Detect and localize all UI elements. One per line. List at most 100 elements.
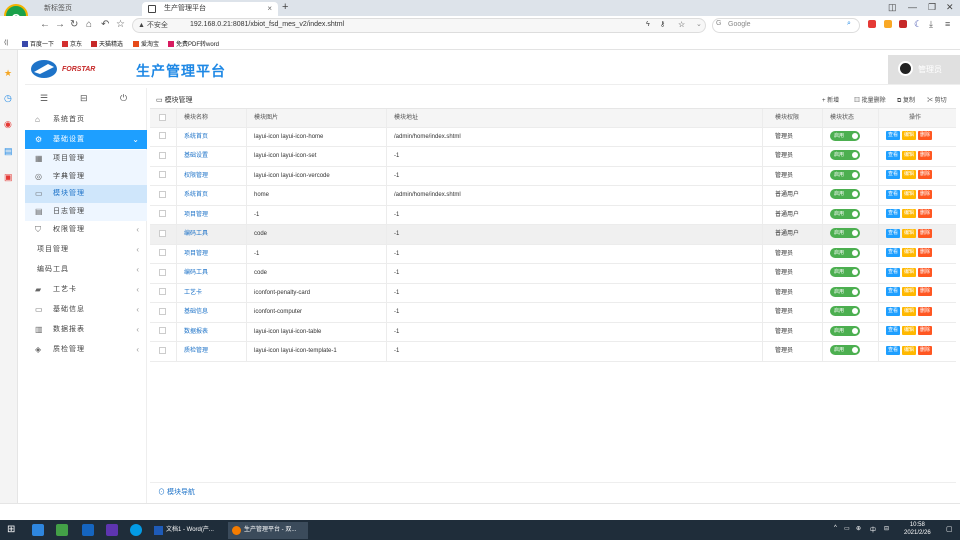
lightning-icon[interactable]: ϟ (646, 21, 650, 28)
col-url[interactable]: 模块地址 (386, 109, 762, 129)
delete-button[interactable]: 删除 (918, 209, 933, 219)
delete-button[interactable]: 删除 (918, 170, 933, 180)
tab-new[interactable]: 新标签页 (30, 2, 140, 16)
sidebar-item[interactable]: 编码工具 ‹ (25, 260, 147, 279)
view-button[interactable]: 查看 (886, 345, 901, 355)
tray-arrow-icon[interactable]: ^ (834, 525, 837, 531)
view-button[interactable]: 查看 (886, 131, 901, 141)
edit-button[interactable]: 编辑 (902, 287, 917, 297)
delete-button[interactable]: 删除 (918, 150, 933, 160)
sidebar-item[interactable]: ◎ 字典管理 (25, 167, 147, 186)
taskbar-window-browser[interactable]: 生产管理平台 - 双... (228, 522, 308, 539)
key-icon[interactable]: ⚷ (660, 20, 665, 28)
sidebar-item[interactable]: ▥ 数据报表 ‹ (25, 320, 147, 339)
bookmark-baidu[interactable]: 百度一下 (22, 39, 54, 48)
close-tab-icon[interactable]: × (267, 2, 272, 16)
taskbar-window-word[interactable]: 文档1 - Word(产... (150, 522, 226, 539)
menu-icon[interactable]: ≡ (945, 19, 950, 29)
bookmark-jd[interactable]: 京东 (62, 39, 82, 48)
module-name[interactable]: 系统首页 (176, 186, 246, 206)
status-toggle[interactable]: 启用 (830, 325, 860, 336)
network-icon[interactable]: ⊕ (856, 525, 861, 532)
restore-icon[interactable]: ◫ (888, 2, 897, 13)
row-checkbox[interactable] (150, 245, 176, 265)
apps-icon[interactable] (884, 20, 892, 28)
table-row[interactable]: 权限管理 layui-icon layui-icon-vercode -1 管理员 启用… (150, 166, 956, 187)
sidebar-item[interactable]: ⛉ 权限管理 ‹ (25, 220, 147, 239)
table-row[interactable]: 编码工具 code -1 普通用户 启用 查看 编辑 删除 (150, 225, 956, 245)
reload-icon[interactable]: ↻ (70, 19, 78, 30)
row-checkbox[interactable] (150, 186, 176, 206)
status-toggle[interactable]: 启用 (830, 247, 860, 258)
taskbar-app-icon[interactable] (32, 524, 44, 536)
row-checkbox[interactable] (150, 147, 176, 167)
sidebar-item[interactable]: ▭ 基础信息 ‹ (25, 300, 147, 319)
edit-button[interactable]: 编辑 (902, 306, 917, 316)
edit-button[interactable]: 编辑 (902, 209, 917, 219)
history-icon[interactable]: ◷ (4, 93, 12, 104)
module-nav-link[interactable]: ⊙ 模块导航 (158, 487, 195, 497)
sidebar-item[interactable]: ⌂ 系统首页 (25, 110, 147, 129)
sidebar-item[interactable]: ▰ 工艺卡 ‹ (25, 280, 147, 299)
maximize-icon[interactable]: ❐ (928, 2, 936, 13)
search-input[interactable]: Google (728, 21, 751, 28)
delete-button[interactable]: 删除 (918, 345, 933, 355)
taskbar-app-icon[interactable] (56, 524, 68, 536)
input-method-icon[interactable]: ⊟ (884, 525, 889, 532)
view-button[interactable]: 查看 (886, 267, 901, 277)
module-name[interactable]: 编码工具 (176, 264, 246, 284)
add-button[interactable]: + 新增 (822, 95, 839, 104)
sidebar-item[interactable]: ⚙ 基础设置 ⌄ (25, 130, 147, 149)
delete-button[interactable]: 删除 (918, 326, 933, 336)
module-name[interactable]: 编码工具 (176, 225, 246, 245)
view-button[interactable]: 查看 (886, 189, 901, 199)
module-name[interactable]: 系统首页 (176, 127, 246, 147)
search-icon[interactable]: ⌕ (847, 20, 851, 28)
view-button[interactable]: 查看 (886, 150, 901, 160)
row-checkbox[interactable] (150, 167, 176, 187)
security-warning[interactable]: ▲ 不安全 (138, 20, 168, 30)
download-icon[interactable]: ⤓ (929, 19, 933, 30)
table-row[interactable]: 工艺卡 iconfont-penalty-card -1 管理员 启用 查看 编辑 删除 (150, 283, 956, 304)
dropdown-icon[interactable]: ⌄ (696, 20, 702, 28)
back-icon[interactable]: ← (40, 19, 50, 30)
status-toggle[interactable]: 启用 (830, 345, 860, 356)
col-status[interactable]: 模块状态 (822, 109, 878, 129)
status-toggle[interactable]: 启用 (830, 286, 860, 297)
new-tab-icon[interactable]: + (282, 1, 288, 13)
delete-button[interactable]: 删除 (918, 248, 933, 258)
edit-button[interactable]: 编辑 (902, 189, 917, 199)
home-icon[interactable]: ⌂ (86, 19, 92, 30)
delete-button[interactable]: 删除 (918, 267, 933, 277)
view-button[interactable]: 查看 (886, 326, 901, 336)
col-name[interactable]: 模块名称 (176, 109, 246, 129)
user-name[interactable]: 管理员 (918, 64, 942, 75)
row-checkbox[interactable] (150, 284, 176, 304)
notification-icon[interactable]: ▢ (946, 525, 953, 533)
view-button[interactable]: 查看 (886, 248, 901, 258)
clock[interactable]: 10:58 2021/2/26 (904, 521, 931, 537)
module-name[interactable]: 基础设置 (176, 147, 246, 167)
notes-icon[interactable]: ▤ (4, 146, 13, 157)
table-row[interactable]: 项目管理 -1 -1 普通用户 启用 查看 编辑 删除 (150, 205, 956, 226)
start-icon[interactable]: ⊞ (7, 524, 15, 535)
status-toggle[interactable]: 启用 (830, 228, 860, 239)
module-name[interactable]: 质检管理 (176, 342, 246, 362)
row-checkbox[interactable] (150, 206, 176, 226)
status-toggle[interactable]: 启用 (830, 150, 860, 161)
bookmark-taobao[interactable]: 爱淘宝 (133, 39, 159, 48)
status-toggle[interactable]: 启用 (830, 130, 860, 141)
sidebar-item[interactable]: 项目管理 ‹ (25, 240, 147, 259)
status-toggle[interactable]: 启用 (830, 267, 860, 278)
delete-button[interactable]: 删除 (918, 306, 933, 316)
bookmark-star-icon[interactable]: ☆ (678, 20, 685, 29)
delete-button[interactable]: 删除 (918, 228, 933, 238)
extension-icon[interactable] (868, 20, 876, 28)
edit-button[interactable]: 编辑 (902, 150, 917, 160)
status-toggle[interactable]: 启用 (830, 169, 860, 180)
undo-icon[interactable]: ↶ (101, 19, 109, 30)
table-row[interactable]: 基础信息 iconfont-computer -1 管理员 启用 查看 编辑 删除 (150, 303, 956, 323)
module-name[interactable]: 权限管理 (176, 166, 246, 186)
edit-button[interactable]: 编辑 (902, 131, 917, 141)
edit-button[interactable]: 编辑 (902, 345, 917, 355)
